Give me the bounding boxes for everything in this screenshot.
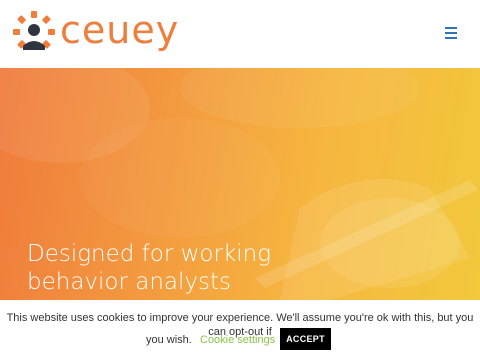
hero-banner: Designed for working behavior analysts: [0, 68, 480, 300]
cookie-message-end: you wish.: [146, 334, 192, 346]
site-logo[interactable]: ceuey: [12, 10, 179, 54]
hamburger-menu-icon[interactable]: [440, 24, 462, 42]
hero-title: Designed for working behavior analysts: [27, 241, 272, 295]
accept-cookies-button[interactable]: ACCEPT: [280, 328, 331, 350]
cookie-settings-link[interactable]: Cookie settings: [200, 333, 275, 347]
logo-text: ceuey: [60, 8, 180, 52]
cookie-notice-bar: This website uses cookies to improve you…: [0, 300, 480, 360]
ceuey-logo-icon: [13, 11, 55, 50]
site-header: ceuey: [0, 0, 480, 68]
